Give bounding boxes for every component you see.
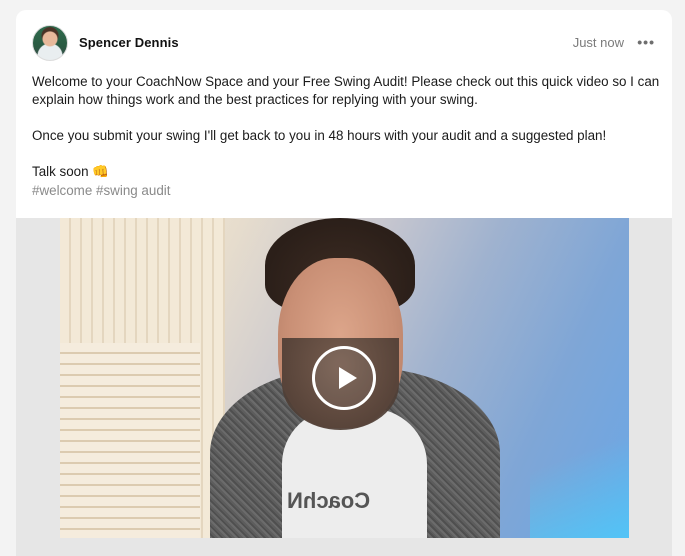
video-container: CoachN [16, 218, 672, 556]
post-card: Spencer Dennis Just now ••• Welcome to y… [16, 10, 672, 556]
author-name[interactable]: Spencer Dennis [79, 35, 179, 50]
shirt-logo-text: CoachN [287, 488, 371, 513]
post-body: Welcome to your CoachNow Space and your … [32, 73, 662, 200]
play-button[interactable] [312, 346, 376, 410]
tag-welcome[interactable]: #welcome [32, 183, 92, 198]
window-blind-lower [60, 343, 200, 538]
blue-light [530, 383, 629, 538]
tag-swing-audit[interactable]: #swing audit [96, 183, 170, 198]
post-paragraph-1: Welcome to your CoachNow Space and your … [32, 74, 660, 107]
play-icon [339, 367, 357, 389]
avatar[interactable] [32, 25, 68, 61]
video-thumbnail[interactable]: CoachN [60, 218, 629, 538]
post-timestamp: Just now [572, 35, 624, 50]
post-paragraph-2: Once you submit your swing I'll get back… [32, 128, 607, 143]
post-tags: #welcome #swing audit [32, 182, 662, 200]
more-options-icon[interactable]: ••• [637, 34, 655, 50]
post-paragraph-3: Talk soon 👊 [32, 164, 109, 179]
post-header: Spencer Dennis Just now ••• [16, 10, 672, 74]
